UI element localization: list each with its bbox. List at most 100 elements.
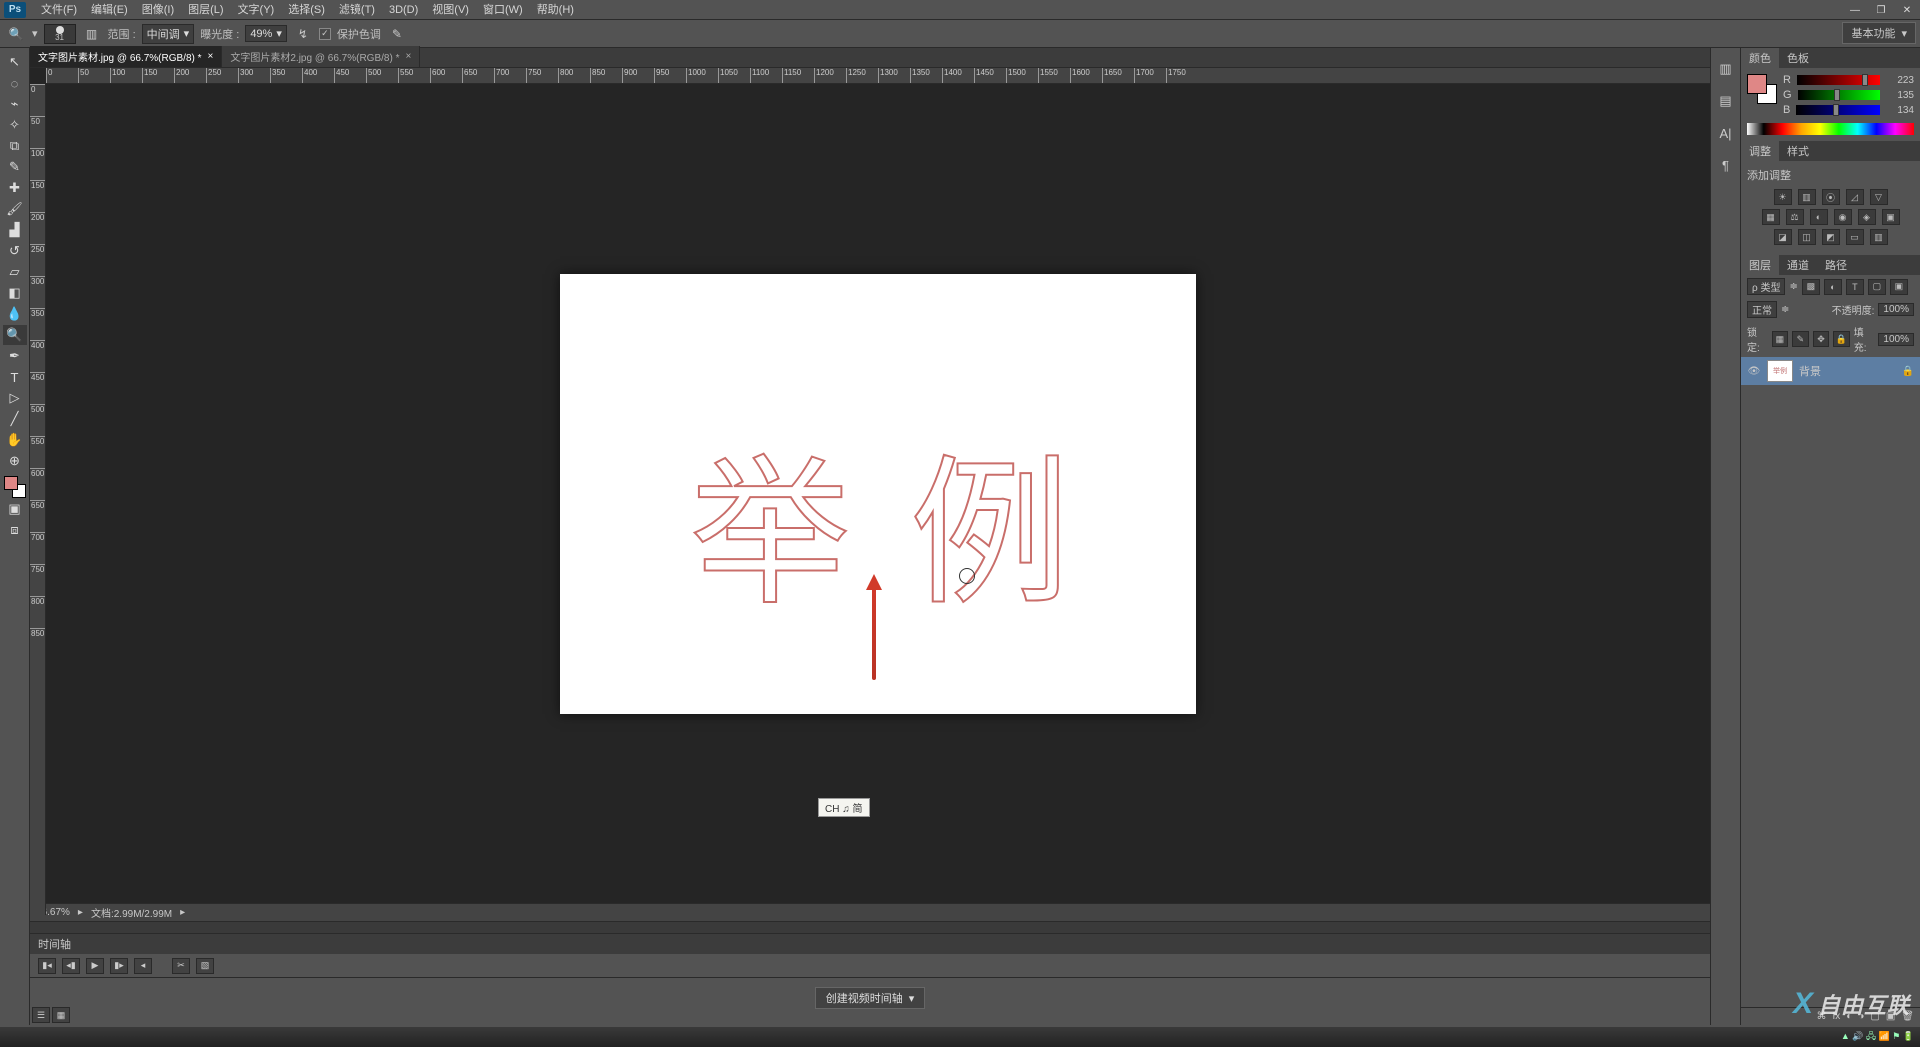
brightness-icon[interactable]: ☀: [1774, 189, 1792, 205]
paths-tab[interactable]: 路径: [1817, 255, 1855, 275]
filter-type-icon[interactable]: T: [1846, 279, 1864, 295]
filter-adjust-icon[interactable]: ◐: [1824, 279, 1842, 295]
photofilter-icon[interactable]: ◉: [1834, 209, 1852, 225]
horizontal-scrollbar[interactable]: [30, 921, 1710, 933]
menu-3d[interactable]: 3D(D): [382, 0, 425, 20]
paragraph-panel-icon[interactable]: ¶: [1717, 156, 1735, 174]
blur-tool[interactable]: 💧: [3, 304, 27, 324]
r-value[interactable]: 223: [1886, 75, 1914, 86]
timeline-tab[interactable]: 时间轴: [30, 934, 1710, 954]
filter-smart-icon[interactable]: ▣: [1890, 279, 1908, 295]
menu-file[interactable]: 文件(F): [34, 0, 84, 20]
goto-first-frame-button[interactable]: ▮◂: [38, 958, 56, 974]
healing-brush-tool[interactable]: ✚: [3, 178, 27, 198]
dropdown-caret-icon[interactable]: ▾: [32, 27, 38, 40]
blend-mode-dropdown[interactable]: 正常: [1747, 301, 1777, 318]
layer-name[interactable]: 背景: [1799, 363, 1821, 379]
brush-tool[interactable]: 🖌: [3, 199, 27, 219]
cut-button[interactable]: ✂: [172, 958, 190, 974]
close-button[interactable]: ✕: [1894, 0, 1920, 20]
chevron-icon[interactable]: ▸: [180, 907, 185, 918]
pen-tool[interactable]: ✒: [3, 346, 27, 366]
visibility-icon[interactable]: 👁: [1747, 365, 1761, 377]
opacity-input[interactable]: 100%: [1878, 303, 1914, 316]
frame-mode-button[interactable]: ▦: [52, 1007, 70, 1023]
play-button[interactable]: ▶: [86, 958, 104, 974]
character-panel-icon[interactable]: A|: [1717, 124, 1735, 142]
color-tab[interactable]: 颜色: [1741, 48, 1779, 68]
prev-frame-button[interactable]: ◂▮: [62, 958, 80, 974]
color-swatch-pair[interactable]: [1747, 74, 1777, 104]
move-tool[interactable]: ↖: [3, 52, 27, 72]
dodge-tool[interactable]: 🔍: [3, 325, 27, 345]
close-icon[interactable]: ×: [405, 51, 411, 62]
r-slider[interactable]: [1797, 75, 1880, 85]
close-icon[interactable]: ×: [208, 51, 214, 62]
b-slider[interactable]: [1796, 105, 1880, 115]
swatches-tab[interactable]: 色板: [1779, 48, 1817, 68]
marquee-tool[interactable]: ◌: [3, 73, 27, 93]
zoom-tool[interactable]: ⊕: [3, 451, 27, 471]
history-brush-tool[interactable]: ↺: [3, 241, 27, 261]
g-value[interactable]: 135: [1886, 90, 1914, 101]
adjustments-tab[interactable]: 调整: [1741, 141, 1779, 161]
g-slider[interactable]: [1798, 90, 1880, 100]
canvas-viewport[interactable]: 举 例: [46, 84, 1710, 903]
document-tab[interactable]: 文字图片素材2.jpg @ 66.7%(RGB/8) *×: [222, 46, 420, 67]
posterize-icon[interactable]: ◫: [1798, 229, 1816, 245]
colorbalance-icon[interactable]: ⚖: [1786, 209, 1804, 225]
hue-icon[interactable]: ▦: [1762, 209, 1780, 225]
chevron-icon[interactable]: ▸: [78, 907, 83, 918]
lock-transparency-icon[interactable]: ▦: [1772, 331, 1789, 347]
filter-pixel-icon[interactable]: ▩: [1802, 279, 1820, 295]
type-tool[interactable]: T: [3, 367, 27, 387]
clone-stamp-tool[interactable]: ▟: [3, 220, 27, 240]
workspace-switcher[interactable]: 基本功能▾: [1842, 22, 1916, 44]
curves-icon[interactable]: ⦿: [1822, 189, 1840, 205]
vibrance-icon[interactable]: ▽: [1870, 189, 1888, 205]
transition-button[interactable]: ▧: [196, 958, 214, 974]
menu-view[interactable]: 视图(V): [425, 0, 476, 20]
menu-help[interactable]: 帮助(H): [530, 0, 581, 20]
lock-position-icon[interactable]: ✥: [1813, 331, 1830, 347]
layers-tab[interactable]: 图层: [1741, 255, 1779, 275]
path-selection-tool[interactable]: ▷: [3, 388, 27, 408]
menu-layer[interactable]: 图层(L): [181, 0, 230, 20]
timeline-mode-button[interactable]: ☰: [32, 1007, 50, 1023]
line-tool[interactable]: ╱: [3, 409, 27, 429]
brush-panel-toggle-icon[interactable]: ▥: [82, 24, 102, 44]
menu-filter[interactable]: 滤镜(T): [332, 0, 382, 20]
exposure-icon[interactable]: ◿: [1846, 189, 1864, 205]
exposure-input[interactable]: 49%▾: [245, 25, 287, 42]
styles-tab[interactable]: 样式: [1779, 141, 1817, 161]
brush-preset-picker[interactable]: 31: [44, 24, 76, 44]
menu-edit[interactable]: 编辑(E): [84, 0, 135, 20]
eyedropper-tool[interactable]: ✎: [3, 157, 27, 177]
invert-icon[interactable]: ◪: [1774, 229, 1792, 245]
quickmask-toggle[interactable]: ▣: [3, 499, 27, 519]
color-swatches[interactable]: [4, 476, 26, 498]
fill-input[interactable]: 100%: [1878, 333, 1914, 346]
screenmode-toggle[interactable]: ⧈: [3, 520, 27, 540]
lock-pixels-icon[interactable]: ✎: [1792, 331, 1809, 347]
b-value[interactable]: 134: [1886, 105, 1914, 116]
threshold-icon[interactable]: ◩: [1822, 229, 1840, 245]
tablet-pressure-icon[interactable]: ✎: [387, 24, 407, 44]
document-tab[interactable]: 文字图片素材.jpg @ 66.7%(RGB/8) *×: [30, 46, 222, 67]
eraser-tool[interactable]: ▱: [3, 262, 27, 282]
menu-image[interactable]: 图像(I): [135, 0, 181, 20]
minimize-button[interactable]: —: [1842, 0, 1868, 20]
menu-window[interactable]: 窗口(W): [476, 0, 530, 20]
next-frame-button[interactable]: ▮▸: [110, 958, 128, 974]
selective-icon[interactable]: ▥: [1870, 229, 1888, 245]
lock-all-icon[interactable]: 🔒: [1833, 331, 1850, 347]
system-tray[interactable]: ▲ 🔊 🖧 📶 ⚑ 🔋: [1841, 1029, 1914, 1045]
hue-strip[interactable]: [1747, 123, 1914, 135]
goto-last-frame-button[interactable]: ◂: [134, 958, 152, 974]
range-dropdown[interactable]: 中间调▾: [142, 24, 195, 44]
filter-shape-icon[interactable]: ▢: [1868, 279, 1886, 295]
properties-panel-icon[interactable]: ▤: [1717, 92, 1735, 110]
gradient-tool[interactable]: ◧: [3, 283, 27, 303]
history-panel-icon[interactable]: ▥: [1717, 60, 1735, 78]
levels-icon[interactable]: ▥: [1798, 189, 1816, 205]
